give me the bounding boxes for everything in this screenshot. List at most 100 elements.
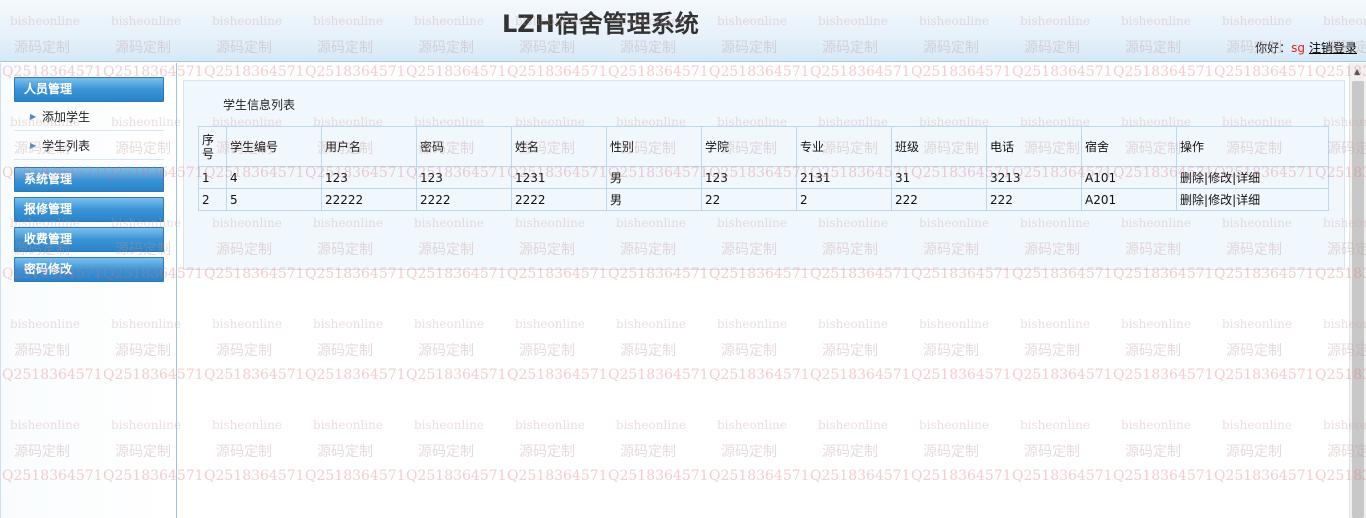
list-title: 学生信息列表 (223, 98, 296, 112)
watermark-text: bisheonline (919, 418, 989, 432)
watermark-text: bisheonline (616, 418, 686, 432)
table-cell: A101 (1081, 166, 1177, 189)
menu-group-repair[interactable]: 报修管理 (14, 197, 164, 222)
watermark-text: Q2518364571 (608, 468, 709, 484)
watermark-text: Q2518364571 (1113, 468, 1214, 484)
watermark-text: bisheonline (1121, 317, 1191, 331)
detail-link[interactable]: 详细 (1236, 171, 1260, 185)
table-cell: 1 (198, 166, 227, 189)
delete-link[interactable]: 删除 (1180, 193, 1204, 207)
watermark-text: 源码定制 (1024, 343, 1080, 359)
watermark-text: Q2518364571 (204, 367, 305, 383)
column-header: 专业 (796, 126, 892, 167)
actions-cell: 删除|修改|详细 (1176, 166, 1329, 189)
watermark-text: Q2518364571 (507, 468, 608, 484)
watermark-text: bisheonline (313, 418, 383, 432)
watermark-text: 源码定制 (1125, 343, 1181, 359)
watermark-text: bisheonline (1020, 317, 1090, 331)
watermark-text: 源码定制 (519, 444, 575, 460)
menu-group-personnel[interactable]: 人员管理 (14, 77, 164, 102)
watermark-text: bisheonline (616, 317, 686, 331)
watermark-text: Q2518364571 (406, 64, 507, 80)
watermark-text: Q2518364571 (1113, 367, 1214, 383)
detail-link[interactable]: 详细 (1236, 193, 1260, 207)
table-cell: 男 (606, 188, 702, 211)
table-header-row: 序号 学生编号 用户名 密码 姓名 性别 学院 专业 班级 电话 宿舍 操作 (198, 126, 1329, 167)
user-area: 你好：sg 注销登录 (1255, 39, 1357, 56)
watermark-text: Q2518364571 (406, 468, 507, 484)
column-header: 性别 (606, 126, 702, 167)
watermark-text: 源码定制 (620, 444, 676, 460)
app-window: LZH宿舍管理系统 你好：sg 注销登录 人员管理 ▶ 添加学生 ▶ 学生列表 系… (0, 0, 1366, 518)
username: sg (1291, 41, 1305, 55)
header-bar: LZH宿舍管理系统 你好：sg 注销登录 (0, 0, 1366, 62)
watermark-text: Q2518364571 (1214, 367, 1315, 383)
watermark-text: 源码定制 (418, 343, 474, 359)
table-cell: 4 (226, 166, 322, 189)
delete-link[interactable]: 删除 (1180, 171, 1204, 185)
watermark-text: 源码定制 (317, 444, 373, 460)
watermark-text: bisheonline (1222, 418, 1292, 432)
watermark-text: 源码定制 (1226, 444, 1282, 460)
watermark-text: bisheonline (515, 418, 585, 432)
column-header: 学生编号 (226, 126, 322, 167)
watermark-text: 源码定制 (519, 343, 575, 359)
table-cell: 123 (321, 166, 417, 189)
watermark-text: 源码定制 (1125, 444, 1181, 460)
watermark-text: Q2518364571 (305, 367, 406, 383)
chevron-right-icon: ▶ (30, 141, 37, 150)
watermark-text: bisheonline (212, 317, 282, 331)
menu-group-fees[interactable]: 收费管理 (14, 227, 164, 252)
watermark-text: 源码定制 (317, 343, 373, 359)
table-cell: 22222 (321, 188, 417, 211)
watermark-text: 源码定制 (1024, 444, 1080, 460)
scrollbar-thumb[interactable] (1352, 81, 1364, 518)
edit-link[interactable]: 修改 (1208, 193, 1232, 207)
menu-item-student-list[interactable]: ▶ 学生列表 (14, 132, 164, 160)
watermark-text: 源码定制 (822, 444, 878, 460)
table-row: 2 5 22222 2222 2222 男 22 2 222 222 A201 … (198, 188, 1329, 211)
table-cell: 1231 (511, 166, 607, 189)
watermark-text: Q2518364571 (305, 64, 406, 80)
watermark-text: Q2518364571 (810, 367, 911, 383)
menu-item-add-student[interactable]: ▶ 添加学生 (14, 103, 164, 131)
table-cell: 2 (796, 188, 892, 211)
watermark-text: Q2518364571 (709, 468, 810, 484)
watermark-text: Q2518364571 (507, 64, 608, 80)
watermark-text: bisheonline (212, 418, 282, 432)
watermark-text: 源码定制 (721, 444, 777, 460)
watermark-text: bisheonline (313, 317, 383, 331)
column-header: 学院 (701, 126, 797, 167)
watermark-text: bisheonline (414, 317, 484, 331)
watermark-text: Q2518364571 (406, 367, 507, 383)
actions-cell: 删除|修改|详细 (1176, 188, 1329, 211)
watermark-text: Q2518364571 (810, 468, 911, 484)
scroll-up-icon[interactable]: ▲ (1354, 67, 1360, 76)
watermark-text: 源码定制 (216, 444, 272, 460)
watermark-text: 源码定制 (418, 444, 474, 460)
watermark-text: bisheonline (1020, 418, 1090, 432)
greeting-text: 你好： (1255, 41, 1292, 55)
logout-link[interactable]: 注销登录 (1309, 41, 1357, 55)
edit-link[interactable]: 修改 (1208, 171, 1232, 185)
vertical-scrollbar[interactable]: ▲ (1349, 63, 1366, 518)
watermark-text: Q2518364571 (305, 468, 406, 484)
table-cell: A201 (1081, 188, 1177, 211)
watermark-text: Q2518364571 (608, 64, 709, 80)
watermark-text: Q2518364571 (608, 367, 709, 383)
menu-group-system[interactable]: 系统管理 (14, 167, 164, 192)
watermark-text: Q2518364571 (709, 367, 810, 383)
app-title: LZH宿舍管理系统 (502, 10, 699, 38)
menu-group-password[interactable]: 密码修改 (14, 257, 164, 282)
watermark-text: bisheonline (1222, 317, 1292, 331)
watermark-text: 源码定制 (216, 343, 272, 359)
table-cell: 222 (891, 188, 987, 211)
watermark-text: bisheonline (818, 418, 888, 432)
watermark-text: Q2518364571 (1012, 64, 1113, 80)
table-cell: 2222 (511, 188, 607, 211)
watermark-text: Q2518364571 (911, 64, 1012, 80)
column-header: 操作 (1176, 126, 1329, 167)
watermark-text: 源码定制 (923, 444, 979, 460)
watermark-text: bisheonline (515, 317, 585, 331)
watermark-text: bisheonline (717, 418, 787, 432)
